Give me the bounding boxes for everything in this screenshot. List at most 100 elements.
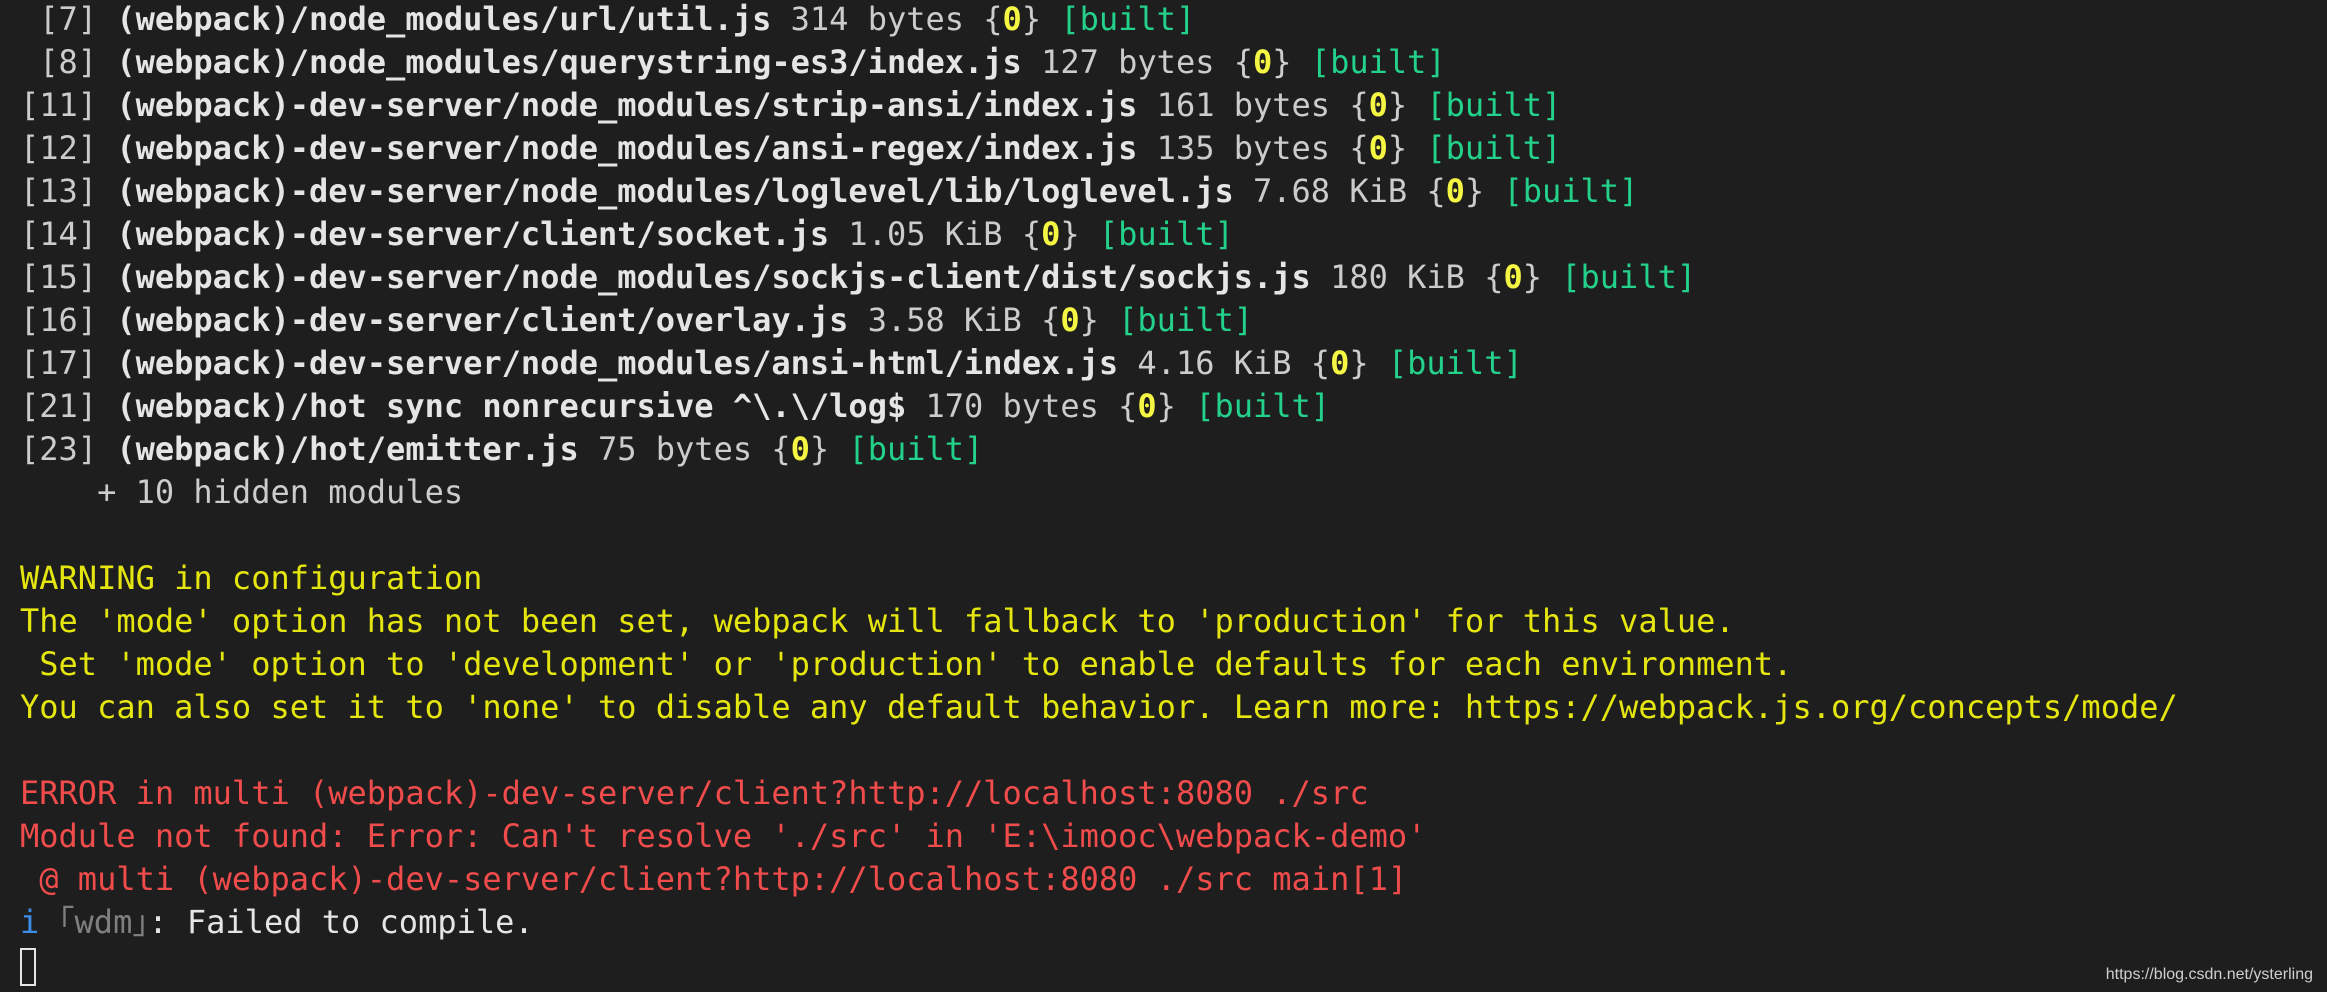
chunk-close-brace: } <box>1387 129 1408 167</box>
module-line: [16] (webpack)-dev-server/client/overlay… <box>20 299 2310 342</box>
module-status: [built] <box>1310 43 1446 81</box>
chunk-open-brace: { <box>771 430 791 468</box>
chunk-open-brace: { <box>983 0 1003 38</box>
chunk-close-brace: } <box>1021 0 1042 38</box>
module-size: 4.16 KiB <box>1137 344 1292 382</box>
chunk-open-brace: { <box>1021 215 1042 253</box>
module-status: [built] <box>1561 258 1697 296</box>
module-size: 170 bytes <box>925 387 1099 425</box>
module-size: 135 bytes <box>1156 129 1331 167</box>
module-status: [built] <box>848 430 984 468</box>
module-path: (webpack)-dev-server/node_modules/sockjs… <box>116 258 1311 296</box>
chunk-close-brace: } <box>1156 387 1176 425</box>
module-path: (webpack)-dev-server/node_modules/ansi-h… <box>116 344 1119 382</box>
module-path: (webpack)-dev-server/node_modules/loglev… <box>116 172 1234 210</box>
module-line: [15] (webpack)-dev-server/node_modules/s… <box>20 256 2310 299</box>
module-list: [7] (webpack)/node_modules/url/util.js 3… <box>20 0 2310 471</box>
chunk-close-brace: } <box>1464 172 1485 210</box>
module-line: [23] (webpack)/hot/emitter.js 75 bytes {… <box>20 428 2310 471</box>
module-chunk-id: 0 <box>1368 129 1388 167</box>
chunk-open-brace: { <box>1310 344 1331 382</box>
module-index: [12] <box>20 129 98 167</box>
module-line: [7] (webpack)/node_modules/url/util.js 3… <box>20 0 2310 41</box>
error-line: @ multi (webpack)-dev-server/client?http… <box>20 860 1408 898</box>
module-chunk-id: 0 <box>1137 387 1157 425</box>
module-size: 7.68 KiB <box>1253 172 1408 210</box>
module-chunk-id: 0 <box>1041 215 1061 253</box>
module-path: (webpack)/hot/emitter.js <box>116 430 579 468</box>
module-line: [11] (webpack)-dev-server/node_modules/s… <box>20 84 2310 127</box>
module-status: [built] <box>1503 172 1639 210</box>
module-line: [21] (webpack)/hot sync nonrecursive ^\.… <box>20 385 2310 428</box>
module-index: [14] <box>20 215 98 253</box>
error-line: Module not found: Error: Can't resolve '… <box>20 817 1427 855</box>
cursor-icon <box>20 948 36 986</box>
chunk-close-brace: } <box>809 430 830 468</box>
compile-status-message: : Failed to compile. <box>148 903 534 941</box>
chunk-close-brace: } <box>1272 43 1292 81</box>
module-index: [17] <box>20 344 98 382</box>
module-line: [17] (webpack)-dev-server/node_modules/a… <box>20 342 2310 385</box>
hidden-modules-line: + 10 hidden modules <box>20 473 464 511</box>
warning-line: You can also set it to 'none' to disable… <box>20 688 2178 726</box>
module-size: 75 bytes <box>597 430 753 468</box>
chunk-open-brace: { <box>1349 86 1369 124</box>
prompt-line[interactable] <box>20 944 2310 987</box>
module-path: (webpack)/hot sync nonrecursive ^\.\/log… <box>116 387 907 425</box>
module-index: [11] <box>20 86 98 124</box>
chunk-close-brace: } <box>1349 344 1369 382</box>
warning-line: Set 'mode' option to 'development' or 'p… <box>20 645 1793 683</box>
chunk-open-brace: { <box>1349 129 1369 167</box>
module-status: [built] <box>1426 129 1562 167</box>
module-size: 3.58 KiB <box>867 301 1022 339</box>
module-size: 1.05 KiB <box>848 215 1003 253</box>
module-path: (webpack)-dev-server/node_modules/ansi-r… <box>116 129 1138 167</box>
module-chunk-id: 0 <box>1503 258 1523 296</box>
chunk-open-brace: { <box>1233 43 1253 81</box>
terminal-output: [7] (webpack)/node_modules/url/util.js 3… <box>20 0 2310 987</box>
module-chunk-id: 0 <box>1445 172 1465 210</box>
module-index: [15] <box>20 258 98 296</box>
module-index: [13] <box>20 172 98 210</box>
module-chunk-id: 0 <box>1368 86 1388 124</box>
chunk-close-brace: } <box>1060 215 1080 253</box>
wdm-tag: ｢wdm｣ <box>58 903 149 941</box>
module-chunk-id: 0 <box>1253 43 1273 81</box>
module-line: [14] (webpack)-dev-server/client/socket.… <box>20 213 2310 256</box>
module-path: (webpack)-dev-server/node_modules/strip-… <box>116 86 1138 124</box>
module-chunk-id: 0 <box>1002 0 1022 38</box>
module-path: (webpack)-dev-server/client/overlay.js <box>116 301 849 339</box>
module-line: [12] (webpack)-dev-server/node_modules/a… <box>20 127 2310 170</box>
module-path: (webpack)/node_modules/querystring-es3/i… <box>116 43 1022 81</box>
chunk-close-brace: } <box>1079 301 1099 339</box>
module-size: 161 bytes <box>1156 86 1331 124</box>
warning-line: The 'mode' option has not been set, webp… <box>20 602 1735 640</box>
chunk-close-brace: } <box>1522 258 1542 296</box>
module-index: [7] <box>20 0 98 38</box>
module-line: [8] (webpack)/node_modules/querystring-e… <box>20 41 2310 84</box>
info-icon: i <box>20 903 40 941</box>
error-heading: ERROR in multi (webpack)-dev-server/clie… <box>20 774 1369 812</box>
module-status: [built] <box>1118 301 1253 339</box>
module-index: [21] <box>20 387 98 425</box>
warning-heading: WARNING in configuration <box>20 559 483 597</box>
module-line: [13] (webpack)-dev-server/node_modules/l… <box>20 170 2310 213</box>
module-path: (webpack)-dev-server/client/socket.js <box>116 215 830 253</box>
chunk-open-brace: { <box>1426 172 1446 210</box>
module-index: [16] <box>20 301 98 339</box>
module-index: [23] <box>20 430 98 468</box>
chunk-close-brace: } <box>1387 86 1408 124</box>
module-size: 314 bytes <box>790 0 965 38</box>
module-size: 127 bytes <box>1041 43 1215 81</box>
module-path: (webpack)/node_modules/url/util.js <box>116 0 772 38</box>
module-status: [built] <box>1426 86 1562 124</box>
module-status: [built] <box>1387 344 1523 382</box>
chunk-open-brace: { <box>1484 258 1504 296</box>
watermark: https://blog.csdn.net/ysterling <box>2105 966 2313 983</box>
module-status: [built] <box>1060 0 1196 38</box>
module-chunk-id: 0 <box>1330 344 1350 382</box>
module-status: [built] <box>1195 387 1331 425</box>
module-chunk-id: 0 <box>790 430 810 468</box>
